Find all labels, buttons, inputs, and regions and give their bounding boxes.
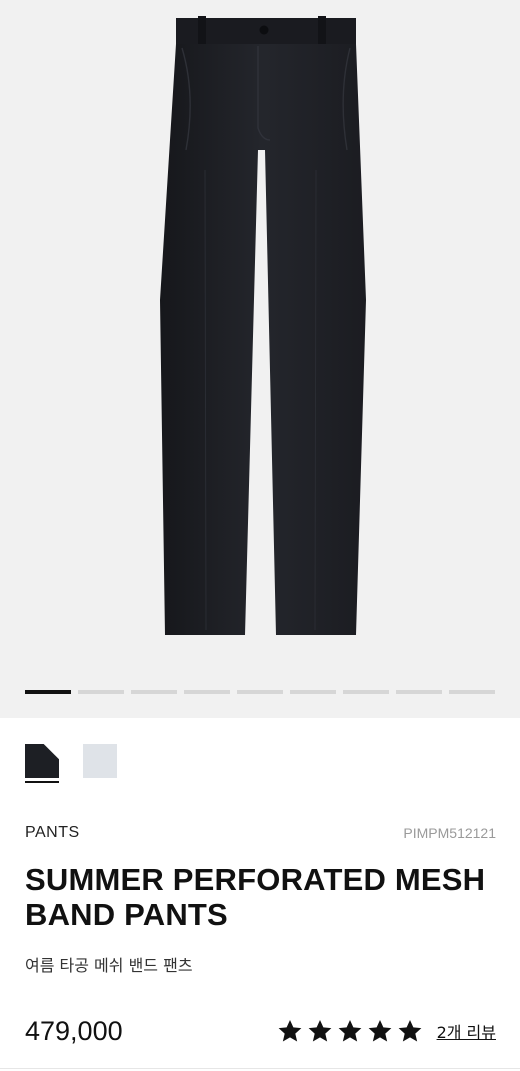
star-icon <box>367 1018 393 1044</box>
star-icon <box>307 1018 333 1044</box>
color-swatches <box>25 744 117 778</box>
product-rating: 2개 리뷰 <box>277 1018 496 1044</box>
gallery-pager-dot[interactable] <box>449 690 495 694</box>
product-image-gallery[interactable] <box>0 0 520 718</box>
gallery-pager-dot[interactable] <box>25 690 71 694</box>
section-divider <box>0 1068 520 1069</box>
star-icon <box>397 1018 423 1044</box>
product-subtitle: 여름 타공 메쉬 밴드 팬츠 <box>25 956 193 975</box>
product-price: 479,000 <box>25 1016 123 1046</box>
gallery-pager-dot[interactable] <box>78 690 124 694</box>
star-icon <box>337 1018 363 1044</box>
gallery-pager-dot[interactable] <box>131 690 177 694</box>
gallery-pager-dot[interactable] <box>184 690 230 694</box>
selected-swatch-indicator <box>25 781 59 783</box>
review-count-link[interactable]: 2개 리뷰 <box>437 1019 496 1043</box>
swatch-light-grey[interactable] <box>83 744 117 778</box>
gallery-pager-dot[interactable] <box>343 690 389 694</box>
gallery-pager-dot[interactable] <box>290 690 336 694</box>
product-photo <box>160 16 366 635</box>
swatch-black[interactable] <box>25 744 59 778</box>
product-title: SUMMER PERFORATED MESH BAND PANTS <box>25 862 486 932</box>
star-icon <box>277 1018 303 1044</box>
product-category: PANTS <box>25 824 80 841</box>
gallery-pager <box>25 690 495 694</box>
product-sku: PIMPM512121 <box>403 825 496 841</box>
gallery-pager-dot[interactable] <box>237 690 283 694</box>
rating-stars <box>277 1018 423 1044</box>
gallery-pager-dot[interactable] <box>396 690 442 694</box>
